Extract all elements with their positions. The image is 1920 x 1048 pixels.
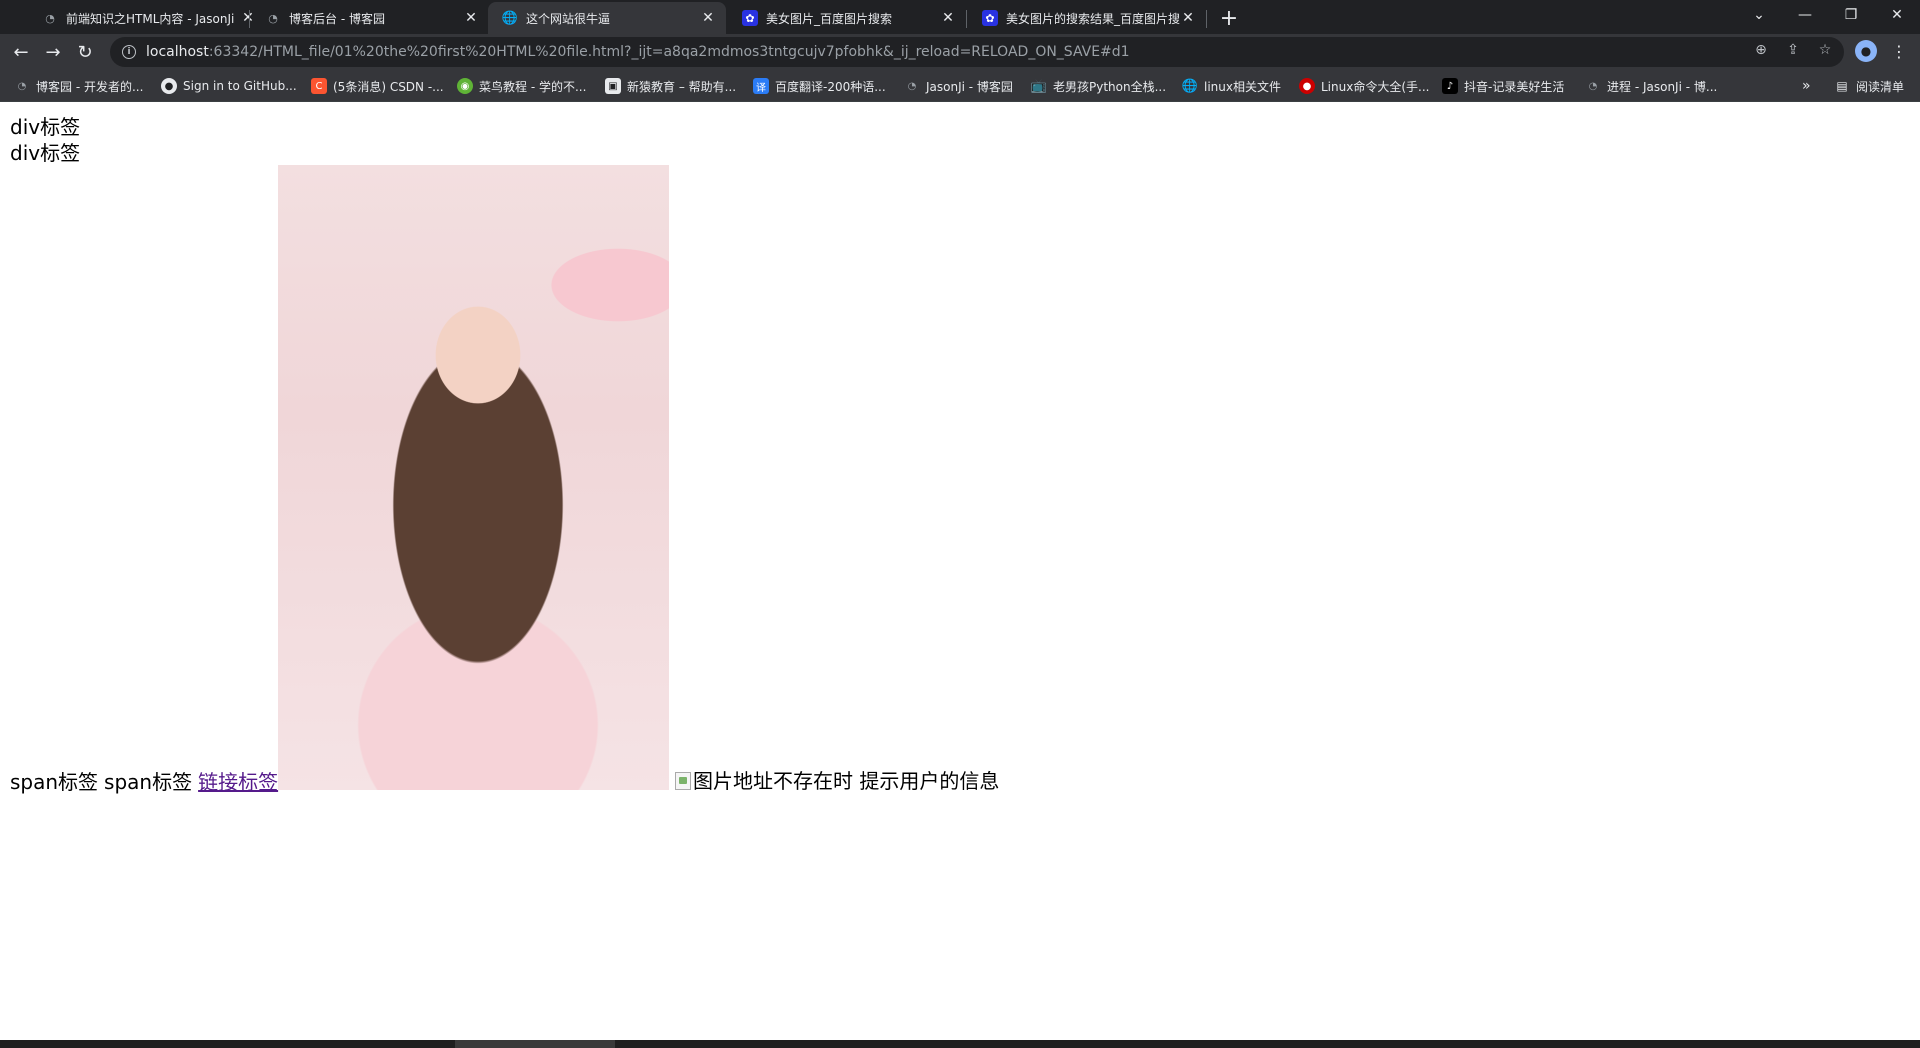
- csdn-icon: C: [311, 78, 327, 94]
- cnblogs-icon: ◔: [17, 80, 27, 92]
- forward-icon[interactable]: →: [39, 38, 67, 66]
- runoob-icon: ◉: [457, 78, 473, 94]
- reading-list-icon: ▤: [1836, 79, 1848, 93]
- bookmark-label: 进程 - JasonJi - 博...: [1607, 79, 1718, 94]
- minimize-icon[interactable]: —: [1782, 0, 1828, 30]
- tab-title: 美女图片的搜索结果_百度图片搜: [1006, 11, 1180, 26]
- cnblogs-icon: ◔: [907, 80, 917, 92]
- bookmark-item[interactable]: ◔ 进程 - JasonJi - 博...: [1585, 76, 1718, 96]
- site-info-icon[interactable]: i: [122, 45, 136, 59]
- bookmark-label: 菜鸟教程 - 学的不...: [479, 79, 587, 94]
- browser-chrome: ◔ 前端知识之HTML内容 - JasonJi ✕ ◔ 博客后台 - 博客园 ✕…: [0, 0, 1920, 102]
- tab-strip: ◔ 前端知识之HTML内容 - JasonJi ✕ ◔ 博客后台 - 博客园 ✕…: [0, 0, 1920, 34]
- tab-title: 这个网站很牛逼: [526, 11, 611, 26]
- bookmark-label: 老男孩Python全栈...: [1053, 79, 1167, 94]
- close-icon[interactable]: ✕: [940, 10, 956, 26]
- profile-avatar-icon[interactable]: ●: [1855, 40, 1877, 62]
- tab-baidu-search-results[interactable]: ✿ 美女图片的搜索结果_百度图片搜 ✕: [968, 2, 1206, 34]
- menu-icon[interactable]: ⋮: [1887, 38, 1911, 64]
- close-icon[interactable]: ✕: [700, 10, 716, 26]
- globe-icon: 🌐: [501, 10, 519, 26]
- bookmark-item[interactable]: 📺 老男孩Python全栈...: [1031, 76, 1166, 96]
- bookmark-label: (5条消息) CSDN -...: [333, 79, 444, 94]
- bookmarks-overflow-button[interactable]: »: [1802, 76, 1811, 96]
- bookmark-label: 抖音-记录美好生活: [1464, 79, 1565, 94]
- broken-image: 图片地址不存在时 提示用户的信息: [675, 768, 999, 794]
- span-text-2: span标签: [104, 770, 193, 794]
- xinyuan-icon: ▣: [605, 78, 621, 94]
- tab-title: 前端知识之HTML内容 - JasonJi: [66, 11, 235, 26]
- bookmark-item[interactable]: C (5条消息) CSDN -...: [311, 76, 444, 96]
- div-text-2: div标签: [10, 141, 81, 165]
- bookmark-item[interactable]: ◉ 菜鸟教程 - 学的不...: [457, 76, 586, 96]
- tab-divider: [966, 10, 967, 28]
- tab-frontend-html[interactable]: ◔ 前端知识之HTML内容 - JasonJi ✕: [28, 2, 266, 34]
- bookmark-label: 博客园 - 开发者的...: [36, 79, 144, 94]
- bookmark-item[interactable]: ♪ 抖音-记录美好生活: [1442, 76, 1564, 96]
- bookmark-label: linux相关文件: [1204, 79, 1281, 94]
- tab-current-site[interactable]: 🌐 这个网站很牛逼 ✕: [488, 2, 726, 34]
- bookmark-star-icon[interactable]: ☆: [1816, 41, 1834, 59]
- bookmarks-bar: ◔ 博客园 - 开发者的... ● Sign in to GitHub... C…: [0, 70, 1920, 102]
- bookmark-item[interactable]: ◔ JasonJi - 博客园: [904, 76, 1013, 96]
- bookmarks-overflow-label: »: [1802, 78, 1811, 94]
- url-host: localhost: [146, 44, 209, 60]
- bookmark-item[interactable]: ● Linux命令大全(手...: [1299, 76, 1429, 96]
- close-window-icon[interactable]: ✕: [1874, 0, 1920, 30]
- redhat-icon: ●: [1299, 78, 1315, 94]
- div-text-1: div标签: [10, 115, 81, 139]
- broken-image-icon: [675, 772, 691, 790]
- broken-image-alt-text: 图片地址不存在时 提示用户的信息: [693, 769, 1000, 793]
- tab-baidu-images[interactable]: ✿ 美女图片_百度图片搜索 ✕: [728, 2, 966, 34]
- photo-image: [278, 165, 669, 790]
- restore-icon[interactable]: ❐: [1828, 0, 1874, 30]
- reading-list-button[interactable]: ▤ 阅读清单: [1834, 76, 1904, 96]
- github-icon: ●: [161, 78, 177, 94]
- cnblogs-icon: ◔: [265, 10, 281, 26]
- tab-title: 博客后台 - 博客园: [289, 11, 385, 26]
- douyin-icon: ♪: [1442, 78, 1458, 94]
- tab-title: 美女图片_百度图片搜索: [766, 11, 893, 26]
- tab-divider: [249, 10, 250, 28]
- bookmark-item[interactable]: ▣ 新猿教育 – 帮助有...: [605, 76, 736, 96]
- taskbar: [0, 1040, 1920, 1048]
- baidu-icon: ✿: [982, 10, 998, 26]
- back-icon[interactable]: ←: [7, 38, 35, 66]
- bookmark-label: 百度翻译-200种语...: [775, 79, 886, 94]
- baidu-icon: ✿: [742, 10, 758, 26]
- toolbar: ← → ↻ i localhost:63342/HTML_file/01%20t…: [0, 34, 1920, 70]
- share-icon[interactable]: ⇪: [1784, 41, 1802, 59]
- bookmark-item[interactable]: ● Sign in to GitHub...: [161, 76, 297, 96]
- globe-icon: 🌐: [1181, 78, 1199, 94]
- baidu-translate-icon: 译: [753, 78, 769, 94]
- cnblogs-icon: ◔: [1588, 80, 1598, 92]
- url-path: :63342/HTML_file/01%20the%20first%20HTML…: [208, 44, 1130, 60]
- inline-row: span标签 span标签 链接标签: [10, 767, 278, 795]
- zoom-icon[interactable]: ⊕: [1752, 41, 1770, 59]
- taskbar-active-app[interactable]: [455, 1040, 615, 1048]
- address-bar[interactable]: i localhost:63342/HTML_file/01%20the%20f…: [110, 37, 1844, 67]
- page-content: div标签 div标签 span标签 span标签 链接标签 图片地址不存在时 …: [0, 102, 1920, 1040]
- bookmark-label: 新猿教育 – 帮助有...: [627, 79, 737, 94]
- bilibili-icon: 📺: [1030, 78, 1048, 94]
- tab-divider: [1206, 10, 1207, 28]
- bookmark-item[interactable]: ◔ 博客园 - 开发者的...: [14, 76, 144, 96]
- reading-list-label: 阅读清单: [1856, 79, 1905, 94]
- cnblogs-icon: ◔: [42, 10, 58, 26]
- tab-blog-admin[interactable]: ◔ 博客后台 - 博客园 ✕: [251, 2, 489, 34]
- reload-icon[interactable]: ↻: [71, 38, 99, 66]
- tab-search-icon[interactable]: ⌄: [1736, 0, 1782, 30]
- new-tab-button[interactable]: +: [1215, 4, 1243, 32]
- bookmark-label: Sign in to GitHub...: [183, 79, 297, 93]
- bookmark-item[interactable]: 🌐 linux相关文件: [1182, 76, 1281, 96]
- span-text-1: span标签: [10, 770, 99, 794]
- bookmark-item[interactable]: 译 百度翻译-200种语...: [753, 76, 886, 96]
- bookmark-label: Linux命令大全(手...: [1321, 79, 1430, 94]
- close-icon[interactable]: ✕: [1180, 10, 1196, 26]
- bookmark-label: JasonJi - 博客园: [926, 79, 1013, 94]
- close-icon[interactable]: ✕: [463, 10, 479, 26]
- link-tag[interactable]: 链接标签: [198, 769, 278, 795]
